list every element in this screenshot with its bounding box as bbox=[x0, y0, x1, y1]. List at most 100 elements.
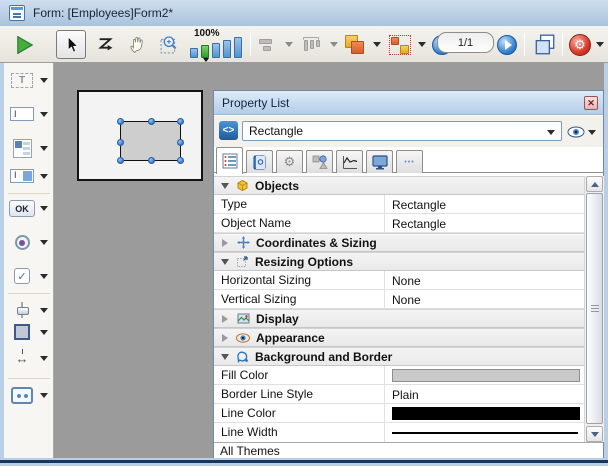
form-page-canvas[interactable] bbox=[77, 90, 203, 181]
tab-more[interactable]: ••• bbox=[396, 150, 423, 173]
line-color-swatch[interactable] bbox=[392, 407, 580, 420]
palette-checkbox-tool[interactable]: ✓ bbox=[4, 268, 54, 284]
handle-top-right[interactable] bbox=[177, 118, 184, 125]
palette-button-tool[interactable]: OK bbox=[4, 200, 54, 217]
splitter-tool-dropdown[interactable] bbox=[40, 356, 48, 361]
section-label: Background and Border bbox=[255, 350, 392, 364]
view-options-button[interactable] bbox=[567, 123, 601, 141]
tab-charts[interactable] bbox=[336, 150, 363, 173]
property-value[interactable] bbox=[384, 404, 584, 423]
palette-radio-tool[interactable] bbox=[4, 235, 54, 250]
handle-bottom-left[interactable] bbox=[117, 157, 124, 164]
section-display[interactable]: Display bbox=[214, 309, 584, 328]
handle-top-left[interactable] bbox=[117, 118, 124, 125]
handle-bottom-right[interactable] bbox=[177, 157, 184, 164]
level-button[interactable] bbox=[342, 30, 368, 59]
combobox-tool-dropdown[interactable] bbox=[40, 174, 48, 179]
section-resizing-options[interactable]: Resizing Options bbox=[214, 252, 584, 271]
section-background-border[interactable]: Background and Border bbox=[214, 347, 584, 366]
select-tool-button[interactable] bbox=[56, 30, 86, 59]
section-coordinates-sizing[interactable]: Coordinates & Sizing bbox=[214, 233, 584, 252]
palette-listbox-tool[interactable] bbox=[4, 139, 54, 158]
handle-middle-left[interactable] bbox=[117, 139, 124, 146]
zoom-bar-200[interactable] bbox=[212, 43, 220, 58]
property-value[interactable] bbox=[384, 366, 584, 385]
palette-rectangle-tool[interactable] bbox=[4, 324, 54, 340]
align-dropdown[interactable] bbox=[283, 30, 295, 59]
radio-tool-dropdown[interactable] bbox=[40, 240, 48, 245]
align-button[interactable] bbox=[256, 30, 280, 59]
scrollbar-thumb[interactable] bbox=[586, 193, 603, 424]
tab-properties[interactable] bbox=[216, 147, 243, 174]
plugin-tool-dropdown[interactable] bbox=[40, 393, 48, 398]
tab-display[interactable] bbox=[366, 150, 393, 173]
group-dropdown[interactable] bbox=[416, 30, 428, 59]
display-icon bbox=[236, 312, 250, 325]
listbox-tool-dropdown[interactable] bbox=[40, 146, 48, 151]
collapse-triangle-icon[interactable] bbox=[221, 183, 229, 189]
zoom-level-widget[interactable]: 100% bbox=[186, 28, 246, 61]
section-objects[interactable]: Objects bbox=[214, 176, 584, 195]
zigzag-icon bbox=[97, 36, 114, 53]
expand-triangle-icon[interactable] bbox=[222, 239, 228, 247]
property-value[interactable]: Plain bbox=[384, 385, 584, 404]
checkbox-tool-dropdown[interactable] bbox=[40, 274, 48, 279]
property-value[interactable] bbox=[384, 423, 584, 443]
fill-color-swatch[interactable] bbox=[392, 369, 580, 382]
zoom-bar-800[interactable] bbox=[234, 37, 242, 58]
pan-tool-button[interactable] bbox=[124, 30, 152, 59]
palette-plugin-tool[interactable] bbox=[4, 387, 54, 404]
zoom-tool-button[interactable] bbox=[156, 30, 182, 59]
handle-bottom-center[interactable] bbox=[148, 157, 155, 164]
themes-filter-bar[interactable]: All Themes bbox=[214, 442, 603, 458]
page-indicator[interactable]: 1/1 bbox=[437, 32, 494, 53]
group-button[interactable] bbox=[387, 30, 413, 59]
section-appearance[interactable]: Appearance bbox=[214, 328, 584, 347]
zoom-bar-400[interactable] bbox=[223, 40, 231, 58]
tab-database[interactable] bbox=[246, 150, 273, 173]
distribute-dropdown[interactable] bbox=[328, 30, 340, 59]
palette-splitter-tool[interactable]: ↔ bbox=[4, 352, 54, 365]
selected-rectangle-object[interactable] bbox=[120, 121, 181, 161]
property-value[interactable]: None bbox=[384, 290, 584, 309]
collapse-triangle-icon[interactable] bbox=[221, 354, 229, 360]
input-tool-dropdown[interactable] bbox=[40, 112, 48, 117]
next-page-button[interactable] bbox=[497, 30, 517, 59]
zoom-bar-100-current[interactable] bbox=[201, 45, 209, 58]
text-tool-dropdown[interactable] bbox=[40, 78, 48, 83]
close-icon[interactable]: ✕ bbox=[584, 96, 598, 110]
scroll-down-icon[interactable] bbox=[586, 426, 603, 442]
level-layers-icon bbox=[344, 35, 366, 55]
line-width-sample[interactable] bbox=[392, 432, 578, 434]
property-value[interactable]: Rectangle bbox=[384, 214, 584, 233]
zoom-bar-50[interactable] bbox=[190, 48, 198, 58]
expand-triangle-icon[interactable] bbox=[222, 334, 228, 342]
property-grid-scrollbar[interactable] bbox=[584, 176, 604, 442]
rectangle-tool-dropdown[interactable] bbox=[40, 330, 48, 335]
form-properties-dropdown[interactable] bbox=[594, 30, 606, 59]
distribute-button[interactable] bbox=[299, 30, 325, 59]
palette-input-tool[interactable]: I bbox=[4, 107, 54, 121]
form-properties-button[interactable]: ⚙ bbox=[568, 30, 592, 59]
scroll-up-icon[interactable] bbox=[586, 176, 603, 192]
manage-pages-button[interactable] bbox=[530, 30, 560, 59]
palette-combobox-tool[interactable]: I bbox=[4, 169, 54, 183]
palette-text-tool[interactable]: T bbox=[4, 73, 54, 88]
property-value[interactable]: None bbox=[384, 271, 584, 290]
tab-objects[interactable] bbox=[306, 150, 333, 173]
handle-middle-right[interactable] bbox=[177, 139, 184, 146]
tab-events[interactable]: ⚙ bbox=[276, 150, 303, 173]
object-selector-combobox[interactable]: Rectangle bbox=[242, 121, 562, 141]
palette-slider-tool[interactable] bbox=[4, 301, 54, 319]
slider-tool-dropdown[interactable] bbox=[40, 308, 48, 313]
level-dropdown[interactable] bbox=[371, 30, 383, 59]
execute-form-button[interactable] bbox=[10, 30, 40, 59]
section-label: Coordinates & Sizing bbox=[256, 236, 377, 250]
order-entry-tool-button[interactable] bbox=[92, 30, 118, 59]
handle-top-center[interactable] bbox=[148, 118, 155, 125]
expand-triangle-icon[interactable] bbox=[222, 315, 228, 323]
shapes-icon bbox=[312, 154, 328, 170]
button-tool-dropdown[interactable] bbox=[40, 206, 48, 211]
property-value[interactable]: Rectangle bbox=[384, 195, 584, 214]
collapse-triangle-icon[interactable] bbox=[221, 259, 229, 265]
